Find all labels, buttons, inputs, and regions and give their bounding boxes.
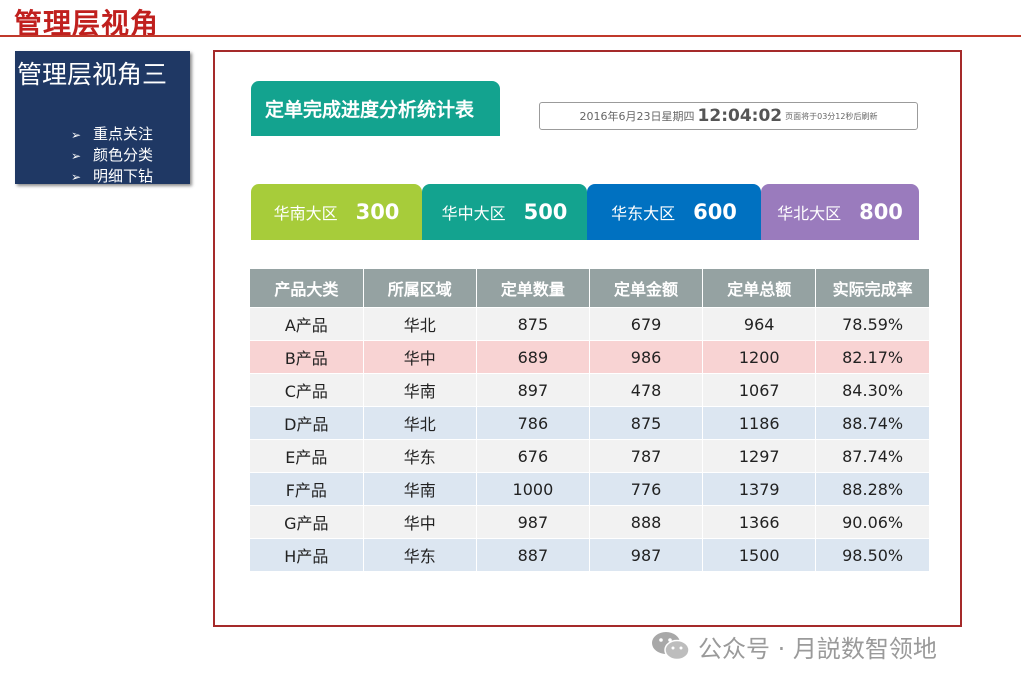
table-row[interactable]: E产品 华东 676 787 1297 87.74%: [250, 439, 929, 473]
region-tab-south[interactable]: 华南大区 300: [251, 184, 422, 240]
datetime-box: 2016年6月23日星期四 12:04:02 页面将于03分12秒后刷新: [539, 102, 918, 130]
cell-quantity: 1000: [476, 472, 590, 506]
cell-amount: 679: [589, 307, 704, 341]
cell-quantity: 676: [476, 439, 590, 473]
cell-quantity: 689: [476, 340, 590, 374]
cell-completion-rate: 78.59%: [815, 307, 929, 341]
region-value: 500: [523, 200, 568, 224]
cell-category: E产品: [250, 439, 364, 473]
column-header-region[interactable]: 所属区域: [363, 269, 477, 308]
cell-amount: 875: [589, 406, 704, 440]
cell-completion-rate: 88.74%: [815, 406, 929, 440]
table-row[interactable]: G产品 华中 987 888 1366 90.06%: [250, 505, 929, 539]
region-name: 华中大区: [441, 204, 506, 223]
cell-category: B产品: [250, 340, 364, 374]
cell-amount: 986: [589, 340, 704, 374]
cell-amount: 787: [589, 439, 704, 473]
cell-completion-rate: 88.28%: [815, 472, 929, 506]
order-progress-table: 产品大类 所属区域 定单数量 定单金额 定单总额 实际完成率 A产品 华北 875 6…: [250, 269, 929, 571]
table-row[interactable]: F产品 华南 1000 776 1379 88.28%: [250, 472, 929, 506]
sidebar-item-color: ➢ 颜色分类: [71, 145, 153, 166]
table-row[interactable]: D产品 华北 786 875 1186 88.74%: [250, 406, 929, 440]
table-row[interactable]: H产品 华东 887 987 1500 98.50%: [250, 538, 929, 571]
table-row[interactable]: B产品 华中 689 986 1200 82.17%: [250, 340, 929, 374]
cell-quantity: 875: [476, 307, 590, 341]
arrow-bullet-icon: ➢: [71, 170, 82, 184]
watermark: 公众号 · 月説数智领地: [650, 628, 937, 664]
cell-amount: 478: [589, 373, 704, 407]
cell-region: 华北: [363, 406, 477, 440]
region-tab-north[interactable]: 华北大区 800: [761, 184, 919, 240]
cell-category: A产品: [250, 307, 364, 341]
cell-region: 华中: [363, 505, 477, 539]
table-row[interactable]: C产品 华南 897 478 1067 84.30%: [250, 373, 929, 407]
cell-category: D产品: [250, 406, 364, 440]
cell-region: 华东: [363, 439, 477, 473]
cell-completion-rate: 87.74%: [815, 439, 929, 473]
cell-quantity: 897: [476, 373, 590, 407]
date-label: 2016年6月23日星期四: [579, 110, 695, 123]
cell-category: C产品: [250, 373, 364, 407]
region-tab-central[interactable]: 华中大区 500: [422, 184, 587, 240]
cell-quantity: 887: [476, 538, 590, 571]
cell-completion-rate: 82.17%: [815, 340, 929, 374]
cell-category: H产品: [250, 538, 364, 571]
title-divider: [0, 35, 1021, 37]
table-row[interactable]: A产品 华北 875 679 964 78.59%: [250, 307, 929, 341]
cell-region: 华北: [363, 307, 477, 341]
cell-completion-rate: 84.30%: [815, 373, 929, 407]
region-name: 华北大区: [777, 204, 842, 223]
arrow-bullet-icon: ➢: [71, 149, 82, 163]
cell-region: 华南: [363, 472, 477, 506]
sidebar-panel: 管理层视角三 ➢ 重点关注 ➢ 颜色分类 ➢ 明细下钻: [15, 51, 190, 187]
cell-quantity: 987: [476, 505, 590, 539]
cell-completion-rate: 90.06%: [815, 505, 929, 539]
table-header-row: 产品大类 所属区域 定单数量 定单金额 定单总额 实际完成率: [250, 269, 929, 308]
cell-total: 1500: [702, 538, 817, 571]
cell-total: 964: [702, 307, 817, 341]
column-header-completion-rate[interactable]: 实际完成率: [815, 269, 929, 308]
column-header-total[interactable]: 定单总额: [702, 269, 817, 308]
cell-category: F产品: [250, 472, 364, 506]
region-value: 600: [693, 200, 737, 224]
cell-total: 1186: [702, 406, 817, 440]
cell-completion-rate: 98.50%: [815, 538, 929, 571]
cell-quantity: 786: [476, 406, 590, 440]
region-value: 300: [355, 200, 400, 224]
region-value: 800: [859, 200, 903, 224]
sidebar-list: ➢ 重点关注 ➢ 颜色分类 ➢ 明细下钻: [71, 124, 153, 187]
region-tabs: 华南大区 300 华中大区 500 华东大区 600 华北大区 800: [251, 184, 919, 240]
report-title: 定单完成进度分析统计表: [265, 99, 475, 121]
sidebar-item-focus: ➢ 重点关注: [71, 124, 153, 145]
cell-category: G产品: [250, 505, 364, 539]
wechat-icon: [652, 632, 690, 661]
sidebar-item-drilldown: ➢ 明细下钻: [71, 166, 153, 187]
cell-region: 华中: [363, 340, 477, 374]
region-tab-east[interactable]: 华东大区 600: [587, 184, 761, 240]
column-header-category[interactable]: 产品大类: [250, 269, 364, 308]
region-name: 华南大区: [273, 204, 338, 223]
refresh-countdown: 页面将于03分12秒后刷新: [785, 111, 878, 121]
cell-total: 1297: [702, 439, 817, 473]
cell-amount: 888: [589, 505, 704, 539]
sidebar-item-label: 明细下钻: [93, 167, 154, 185]
cell-amount: 776: [589, 472, 704, 506]
column-header-quantity[interactable]: 定单数量: [476, 269, 590, 308]
report-title-banner: 定单完成进度分析统计表: [251, 81, 500, 136]
cell-total: 1379: [702, 472, 817, 506]
column-header-amount[interactable]: 定单金额: [589, 269, 704, 308]
cell-total: 1366: [702, 505, 817, 539]
sidebar-title: 管理层视角三: [17, 60, 168, 89]
cell-amount: 987: [589, 538, 704, 571]
sidebar-item-label: 重点关注: [93, 125, 154, 143]
region-name: 华东大区: [611, 204, 676, 223]
clock-label: 12:04:02: [697, 106, 783, 126]
cell-region: 华南: [363, 373, 477, 407]
arrow-bullet-icon: ➢: [71, 128, 82, 142]
watermark-text: 公众号 · 月説数智领地: [698, 634, 937, 663]
cell-total: 1200: [702, 340, 817, 374]
cell-total: 1067: [702, 373, 817, 407]
cell-region: 华东: [363, 538, 477, 571]
sidebar-item-label: 颜色分类: [93, 146, 154, 164]
